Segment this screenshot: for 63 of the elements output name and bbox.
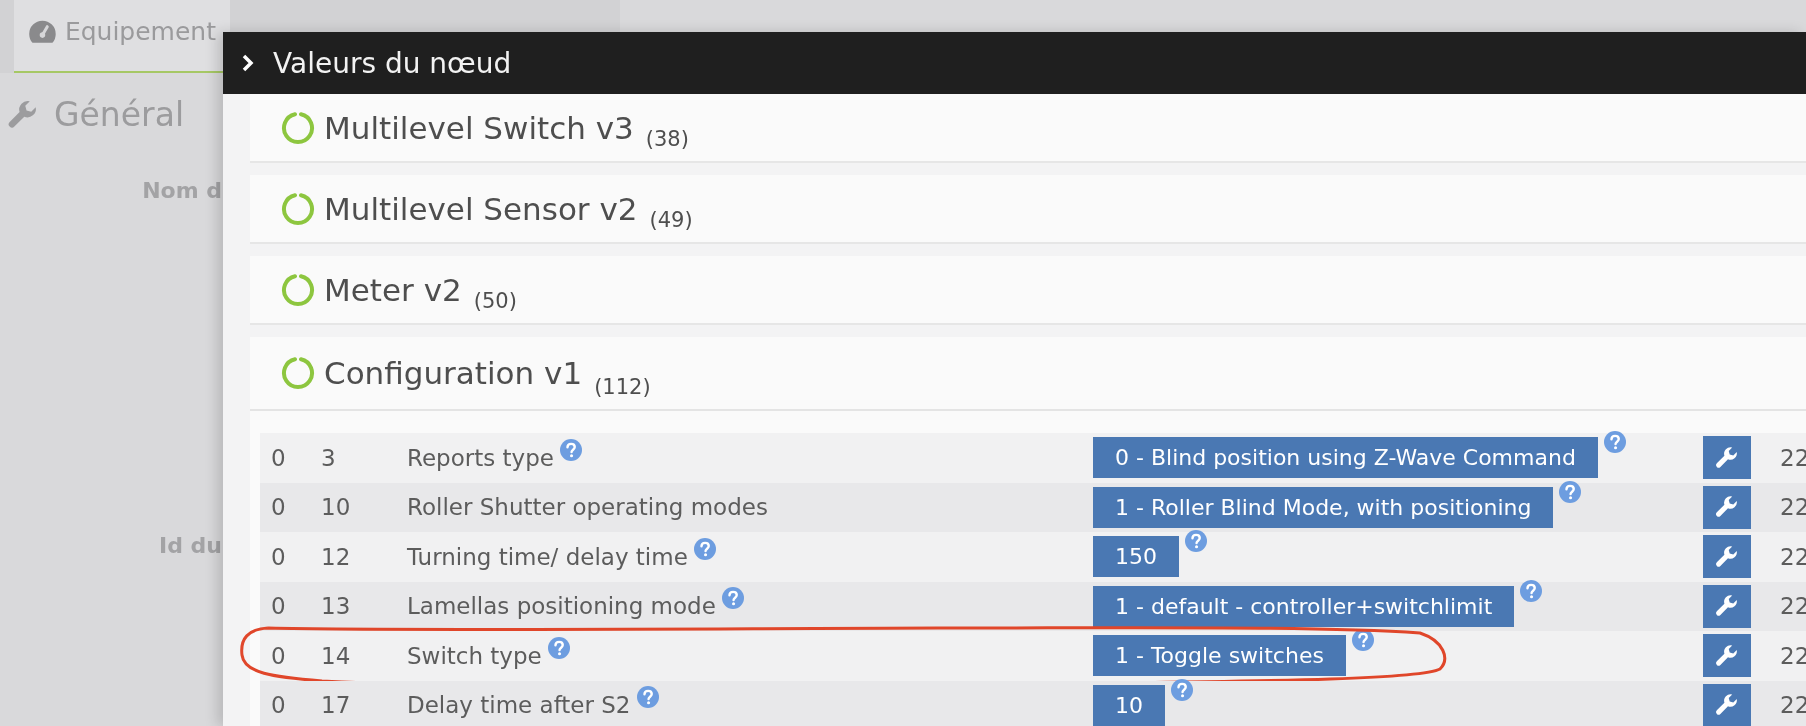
table-cell-text: 0 — [270, 593, 287, 620]
table-cell-text: 3 — [321, 444, 337, 471]
panel-title: Multilevel Sensor v2 — [324, 190, 638, 227]
wrench-button[interactable] — [1703, 485, 1751, 529]
parameter-name: Reports type — [407, 444, 554, 471]
value-button[interactable]: 1 - Toggle switches — [1093, 635, 1346, 677]
table-cell-text: 0 — [270, 494, 287, 521]
value-button[interactable]: 10 — [1093, 684, 1165, 726]
panel-title: Multilevel Switch v3 — [324, 109, 634, 146]
panel-title: Configuration v1 — [324, 355, 583, 391]
section-title: Général — [54, 95, 185, 134]
ring-icon — [280, 190, 316, 227]
accordion-panel[interactable]: Multilevel Switch v3 (38) — [250, 94, 1806, 163]
help-icon[interactable] — [547, 636, 570, 659]
parameter-name: Roller Shutter operating modes — [407, 494, 768, 521]
wrench-button[interactable] — [1703, 683, 1751, 726]
help-icon[interactable] — [1603, 431, 1626, 454]
panel-count: (112) — [594, 375, 651, 399]
chevron-icon[interactable] — [241, 53, 255, 73]
wrench-button[interactable] — [1703, 535, 1751, 579]
wrench-button[interactable] — [1703, 634, 1751, 678]
table-cell-text: 0 — [270, 543, 287, 570]
panel-count: (49) — [649, 208, 693, 232]
parameter-name: Lamellas positioning mode — [407, 593, 716, 620]
help-icon[interactable] — [636, 686, 659, 709]
wrench-button[interactable] — [1703, 584, 1751, 628]
help-icon[interactable] — [1171, 678, 1193, 701]
wrench-icon — [1714, 444, 1740, 471]
panel-count: (38) — [645, 127, 689, 151]
table-cell-text: 17 — [321, 692, 352, 719]
table-cell-text: 13 — [321, 593, 352, 620]
help-icon[interactable] — [721, 587, 744, 610]
ring-icon — [280, 271, 316, 308]
table-cell-text: 0 — [270, 692, 287, 719]
help-icon[interactable] — [1559, 480, 1582, 503]
wrench-icon — [1714, 642, 1740, 669]
wrench-icon — [1714, 543, 1740, 570]
panel-title: Meter v2 — [324, 271, 462, 308]
help-icon[interactable] — [1185, 530, 1207, 553]
help-icon[interactable] — [1520, 579, 1543, 602]
table-cell-text: 10 — [321, 494, 352, 521]
value-button[interactable]: 1 - default - controller+switchlimit — [1093, 585, 1515, 627]
ring-icon — [280, 355, 316, 391]
table-cell-text: 14 — [321, 642, 352, 669]
help-icon[interactable] — [559, 438, 582, 461]
help-icon[interactable] — [693, 537, 716, 560]
table-cell-text: 0 — [270, 642, 287, 669]
gauge-icon — [28, 19, 57, 44]
modal-title: Valeurs du nœud — [273, 46, 512, 80]
panel-count: (50) — [473, 289, 517, 313]
table-cell-text: 0 — [270, 444, 287, 471]
ring-icon — [280, 109, 316, 146]
parameter-name: Turning time/ delay time — [407, 543, 688, 570]
accordion-panel[interactable]: Multilevel Sensor v2 (49) — [250, 175, 1806, 244]
value-button[interactable]: 150 — [1093, 536, 1179, 578]
value-button[interactable]: 0 - Blind position using Z-Wave Command — [1093, 437, 1598, 479]
parameter-name: Delay time after S2 — [407, 692, 631, 719]
wrench-button[interactable] — [1703, 436, 1751, 480]
value-button[interactable]: 1 - Roller Blind Mode, with positioning — [1093, 486, 1554, 528]
parameter-name: Switch type — [407, 642, 542, 669]
table-cell-text: 12 — [321, 543, 352, 570]
accordion-panel[interactable]: Meter v2 (50) — [250, 256, 1806, 325]
help-icon[interactable] — [1351, 629, 1374, 652]
